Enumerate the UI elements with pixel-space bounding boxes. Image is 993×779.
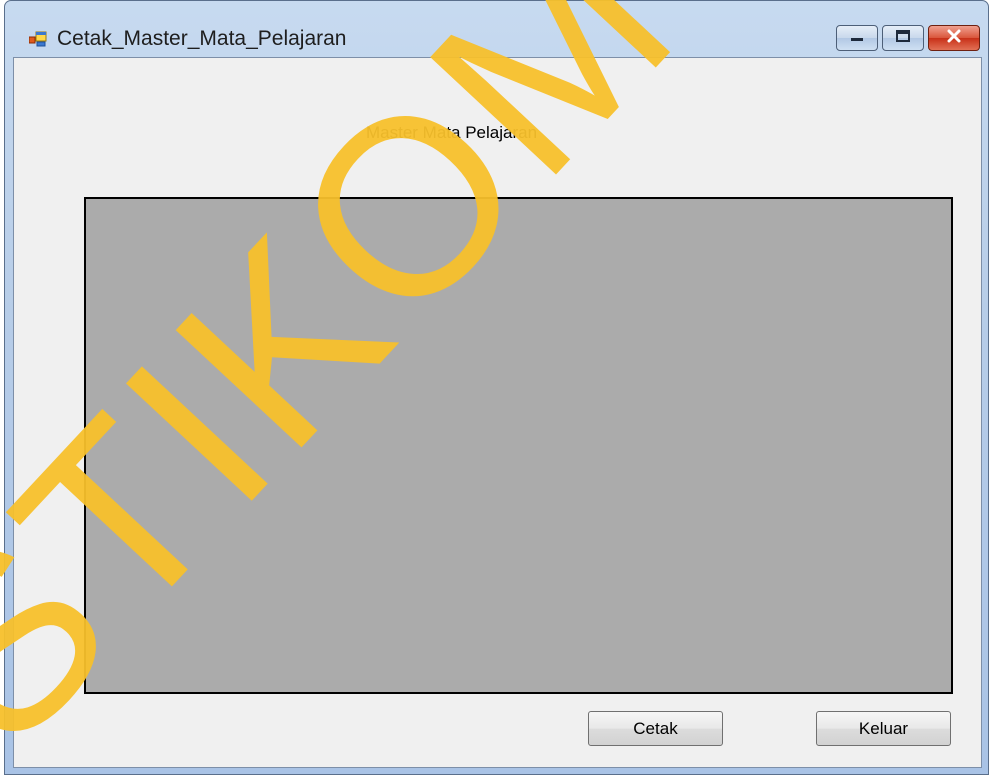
window-title: Cetak_Master_Mata_Pelajaran <box>57 27 347 50</box>
close-icon <box>946 29 962 48</box>
app-window: Cetak_Master_Mata_Pelajaran Master Mata … <box>4 0 989 775</box>
minimize-icon <box>849 29 865 47</box>
maximize-icon <box>895 29 911 48</box>
title-bar[interactable]: Cetak_Master_Mata_Pelajaran <box>5 1 988 53</box>
close-button[interactable] <box>928 25 980 51</box>
form-client-area: Master Mata Pelajaran Cetak Keluar <box>13 57 982 768</box>
report-viewer[interactable] <box>84 197 953 694</box>
form-heading: Master Mata Pelajaran <box>366 123 538 142</box>
maximize-button[interactable] <box>882 25 924 51</box>
print-button[interactable]: Cetak <box>588 711 723 746</box>
windows-form-icon[interactable] <box>28 31 47 47</box>
window-controls <box>832 25 980 51</box>
exit-button[interactable]: Keluar <box>816 711 951 746</box>
minimize-button[interactable] <box>836 25 878 51</box>
